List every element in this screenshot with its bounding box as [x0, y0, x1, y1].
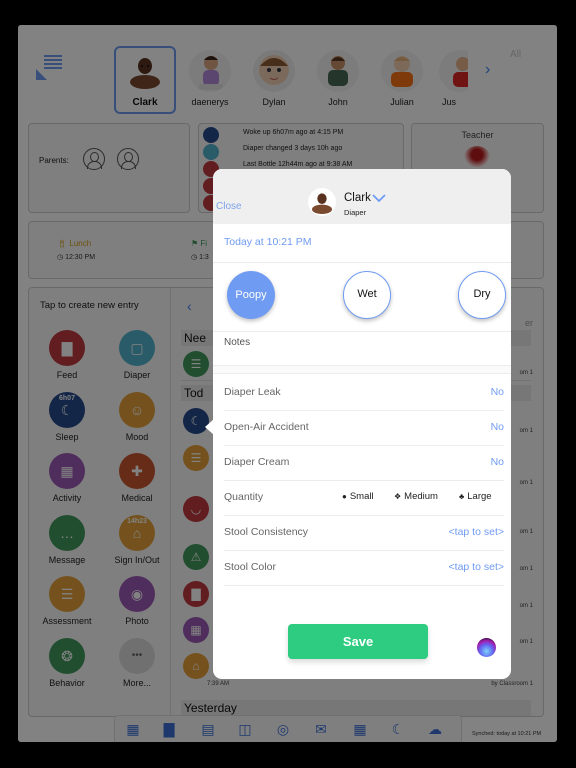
divider [213, 331, 511, 332]
chevron-down-icon[interactable] [372, 193, 386, 203]
quantity-medium[interactable]: ❖ Medium [394, 491, 438, 502]
close-button[interactable]: Close [216, 201, 242, 212]
quantity-large[interactable]: ♣ Large [459, 491, 492, 502]
child-name[interactable]: Clark [344, 192, 371, 204]
notes-input[interactable]: Notes [224, 337, 250, 348]
row-label: Stool Consistency [224, 526, 309, 538]
stool-consistency-row[interactable]: Stool Consistency <tap to set> [224, 515, 504, 550]
option-dry[interactable]: Dry [458, 271, 506, 319]
divider [213, 262, 511, 263]
row-label: Diaper Cream [224, 456, 290, 468]
row-label: Stool Color [224, 561, 276, 573]
row-label: Quantity [224, 491, 264, 503]
drop-medium-icon: ❖ [394, 492, 402, 501]
diaper-leak-row[interactable]: Diaper Leak No [224, 375, 504, 410]
entry-type: Diaper [344, 208, 367, 217]
modal-header: Close Clark Diaper [213, 169, 511, 224]
row-label: Open-Air Accident [224, 421, 309, 433]
option-wet[interactable]: Wet [343, 271, 391, 319]
row-label: Diaper Leak [224, 386, 281, 398]
child-avatar [308, 188, 336, 216]
stool-color-row[interactable]: Stool Color <tap to set> [224, 550, 504, 585]
quantity-small[interactable]: ● Small [342, 491, 374, 502]
section-gap [213, 365, 511, 374]
siri-icon[interactable] [477, 638, 496, 657]
row-value[interactable]: <tap to set> [449, 561, 504, 573]
diaper-cream-row[interactable]: Diaper Cream No [224, 445, 504, 480]
drop-small-icon: ● [342, 492, 347, 501]
drop-large-icon: ♣ [459, 492, 465, 501]
row-value[interactable]: No [491, 456, 504, 468]
open-air-accident-row[interactable]: Open-Air Accident No [224, 410, 504, 445]
entry-datetime[interactable]: Today at 10:21 PM [224, 236, 312, 248]
save-button[interactable]: Save [288, 624, 428, 659]
quantity-row: Quantity ● Small ❖ Medium ♣ Large [224, 480, 504, 515]
row-value[interactable]: <tap to set> [449, 526, 504, 538]
option-poopy[interactable]: Poopy [227, 271, 275, 319]
diaper-entry-modal: Close Clark Diaper Today at 10:21 PM Poo… [213, 169, 511, 679]
row-value[interactable]: No [491, 386, 504, 398]
divider [224, 585, 504, 586]
row-value[interactable]: No [491, 421, 504, 433]
